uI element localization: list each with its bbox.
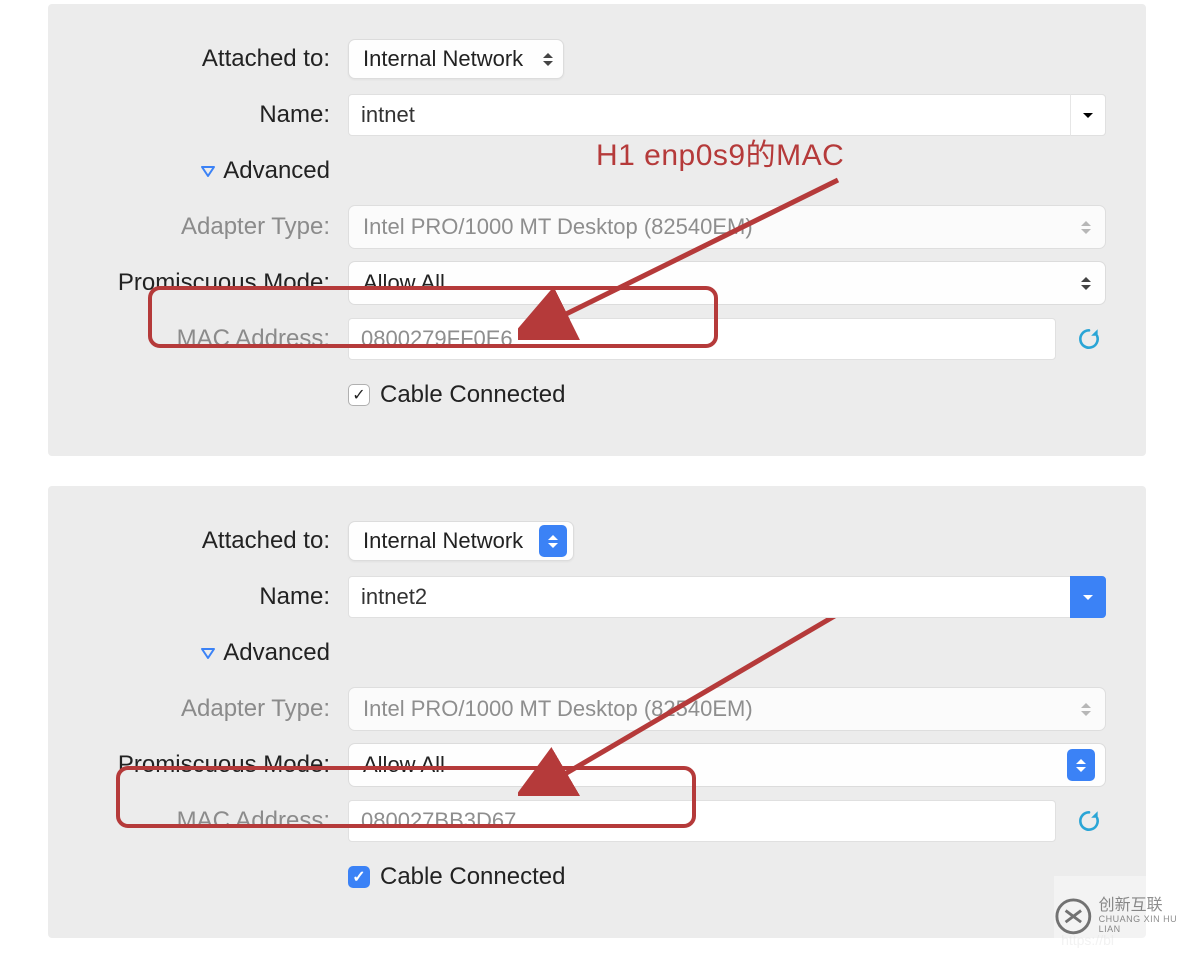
- network-adapter-panel-2: H2 enp0s9的MAC Attached to: Internal Netw…: [48, 486, 1146, 938]
- promiscuous-label: Promiscuous Mode:: [88, 269, 348, 297]
- stepper-icon: [544, 527, 562, 555]
- adapter-type-select[interactable]: Intel PRO/1000 MT Desktop (82540EM): [348, 205, 1106, 249]
- watermark: 创新互联 CHUANG XIN HU LIAN: [1054, 876, 1194, 956]
- name-input[interactable]: intnet2: [348, 576, 1106, 618]
- adapter-type-row: Adapter Type: Intel PRO/1000 MT Desktop …: [88, 686, 1106, 732]
- mac-address-label: MAC Address:: [88, 807, 348, 835]
- attached-to-label: Attached to:: [88, 527, 348, 555]
- stepper-icon: [1077, 213, 1095, 241]
- chevron-down-icon: [1083, 595, 1093, 600]
- cable-connected-label: Cable Connected: [380, 381, 565, 409]
- promiscuous-select[interactable]: Allow All: [348, 261, 1106, 305]
- attached-to-select[interactable]: Internal Network: [348, 521, 574, 561]
- refresh-mac-button[interactable]: [1072, 804, 1106, 838]
- disclosure-triangle-icon[interactable]: [199, 162, 217, 180]
- adapter-type-label: Adapter Type:: [88, 213, 348, 241]
- name-dropdown-button[interactable]: [1070, 94, 1106, 136]
- refresh-icon: [1076, 808, 1102, 834]
- refresh-mac-button[interactable]: [1072, 322, 1106, 356]
- mac-address-field[interactable]: 0800279FF0E6: [348, 318, 1056, 360]
- annotation-1: H1 enp0s9的MAC: [596, 130, 844, 174]
- promiscuous-select[interactable]: Allow All: [348, 743, 1106, 787]
- mac-address-label: MAC Address:: [88, 325, 348, 353]
- mac-address-row: MAC Address: 0800279FF0E6: [88, 316, 1106, 362]
- adapter-type-select[interactable]: Intel PRO/1000 MT Desktop (82540EM): [348, 687, 1106, 731]
- adapter-type-value: Intel PRO/1000 MT Desktop (82540EM): [363, 696, 1077, 722]
- name-dropdown-button[interactable]: [1070, 576, 1106, 618]
- cable-connected-checkbox[interactable]: ✓: [348, 866, 370, 888]
- refresh-icon: [1076, 326, 1102, 352]
- name-row: Name: intnet2: [88, 574, 1106, 620]
- attached-to-label: Attached to:: [88, 45, 348, 73]
- cable-connected-label: Cable Connected: [380, 863, 565, 891]
- name-label: Name:: [88, 101, 348, 129]
- chevron-down-icon: [1083, 113, 1093, 118]
- watermark-en: CHUANG XIN HU LIAN: [1099, 915, 1194, 935]
- adapter-type-row: Adapter Type: Intel PRO/1000 MT Desktop …: [88, 204, 1106, 250]
- name-input[interactable]: intnet: [348, 94, 1106, 136]
- name-label: Name:: [88, 583, 348, 611]
- promiscuous-value: Allow All: [363, 270, 1077, 296]
- promiscuous-row: Promiscuous Mode: Allow All: [88, 742, 1106, 788]
- attached-to-value: Internal Network: [363, 528, 539, 554]
- watermark-cn: 创新互联: [1099, 897, 1194, 915]
- watermark-logo-icon: [1054, 895, 1093, 937]
- attached-to-value: Internal Network: [363, 46, 539, 72]
- cable-row: ✓ Cable Connected: [88, 372, 1106, 418]
- stepper-icon: [1072, 751, 1090, 779]
- adapter-type-label: Adapter Type:: [88, 695, 348, 723]
- adapter-type-value: Intel PRO/1000 MT Desktop (82540EM): [363, 214, 1077, 240]
- attached-to-select[interactable]: Internal Network: [348, 39, 564, 79]
- disclosure-triangle-icon[interactable]: [199, 644, 217, 662]
- stepper-icon: [1077, 269, 1095, 297]
- mac-address-field[interactable]: 080027BB3D67: [348, 800, 1056, 842]
- network-adapter-panel-1: H1 enp0s9的MAC Attached to: Internal Netw…: [48, 4, 1146, 456]
- promiscuous-label: Promiscuous Mode:: [88, 751, 348, 779]
- cable-connected-checkbox[interactable]: ✓: [348, 384, 370, 406]
- stepper-icon: [1077, 695, 1095, 723]
- promiscuous-value: Allow All: [363, 752, 1067, 778]
- stepper-icon: [539, 45, 557, 73]
- attached-to-row: Attached to: Internal Network: [88, 518, 1106, 564]
- advanced-label: Advanced: [223, 157, 330, 185]
- name-row: Name: intnet: [88, 92, 1106, 138]
- name-combo[interactable]: intnet: [348, 94, 1106, 136]
- mac-address-row: MAC Address: 080027BB3D67: [88, 798, 1106, 844]
- advanced-row[interactable]: Advanced: [88, 630, 1106, 676]
- attached-to-row: Attached to: Internal Network: [88, 36, 1106, 82]
- name-combo[interactable]: intnet2: [348, 576, 1106, 618]
- advanced-label: Advanced: [223, 639, 330, 667]
- cable-row: ✓ Cable Connected: [88, 854, 1106, 900]
- promiscuous-row: Promiscuous Mode: Allow All: [88, 260, 1106, 306]
